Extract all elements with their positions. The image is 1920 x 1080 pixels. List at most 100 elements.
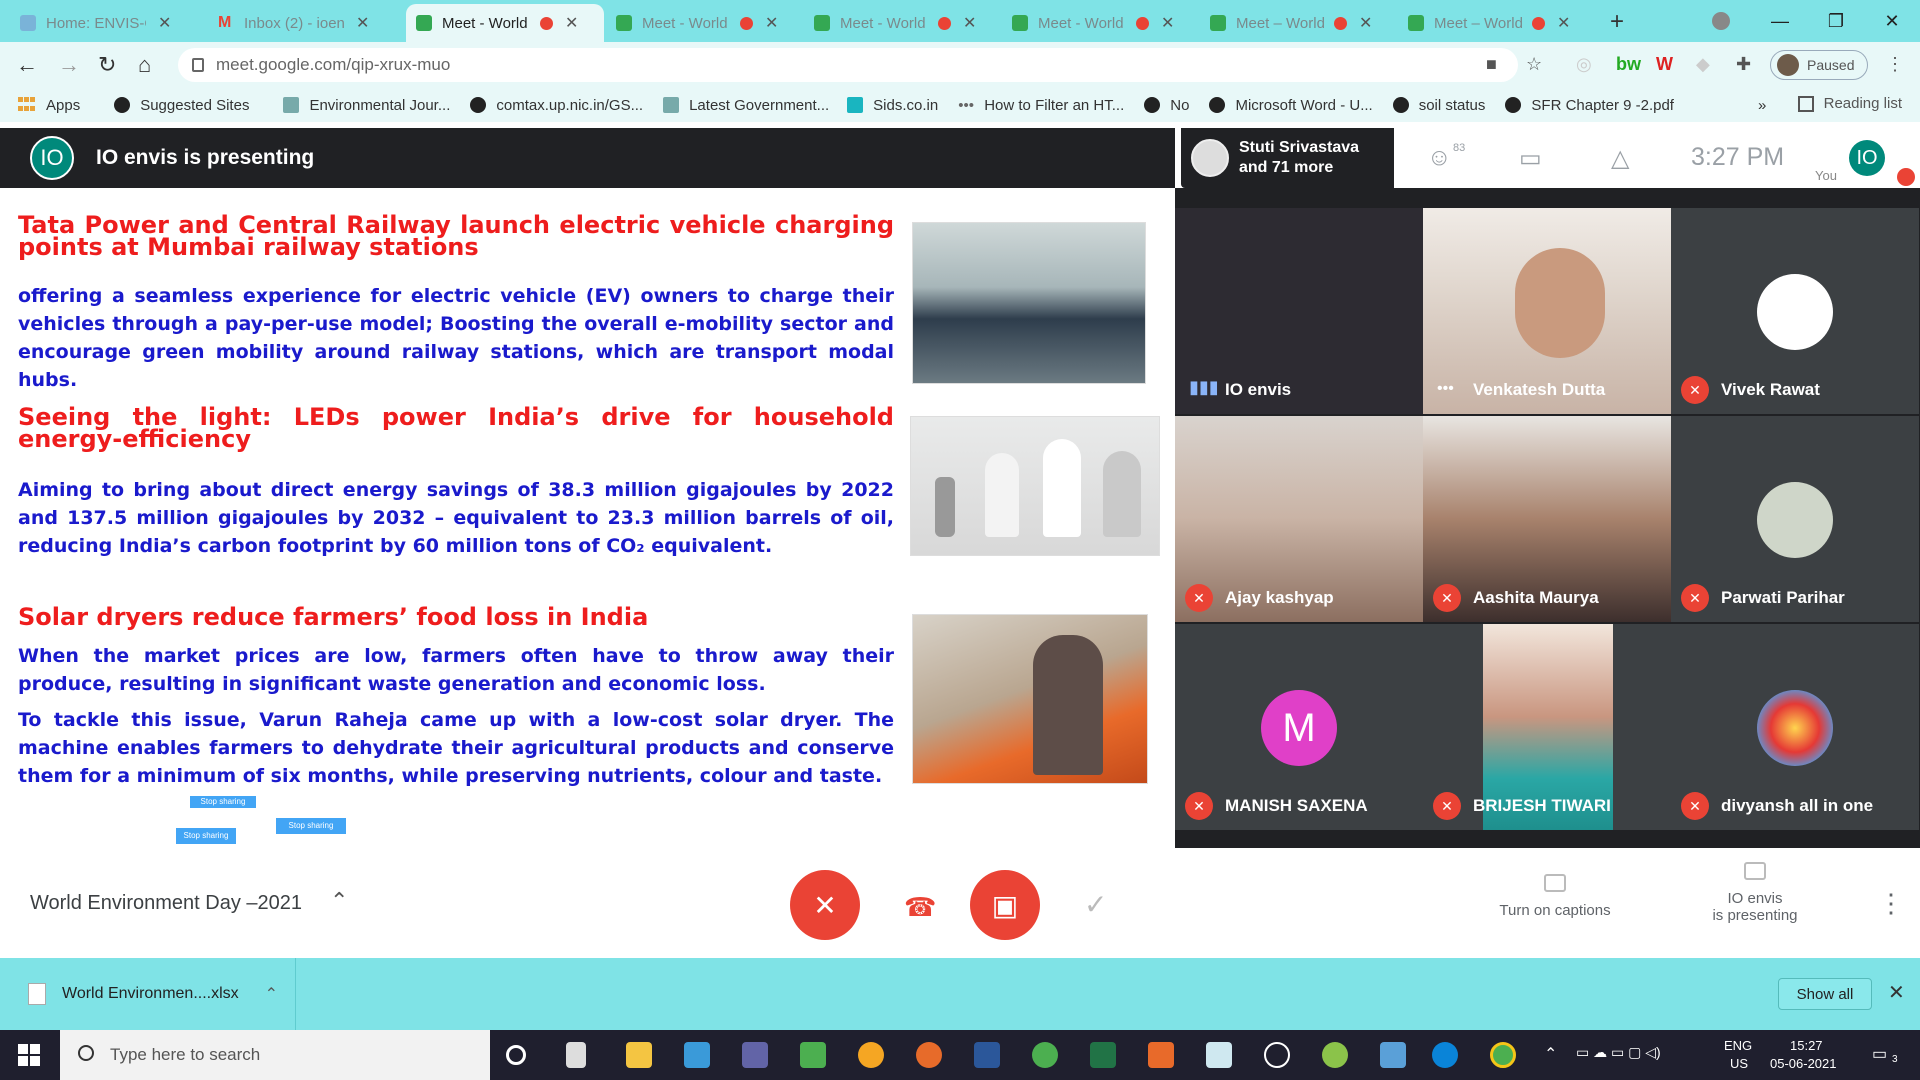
app-icon[interactable] bbox=[1380, 1042, 1406, 1068]
bookmark-item[interactable]: ••• How to Filter an HT... bbox=[958, 97, 1124, 115]
activities-icon[interactable]: △ bbox=[1611, 144, 1629, 173]
chevron-up-icon[interactable]: ⌃ bbox=[330, 888, 348, 914]
captions-button[interactable]: Turn on captions bbox=[1480, 874, 1630, 919]
task-view-icon[interactable] bbox=[566, 1042, 586, 1068]
bookmark-item[interactable]: No bbox=[1144, 97, 1189, 114]
tab-meet-active[interactable]: Meet - World ✕ bbox=[406, 4, 604, 42]
bookmark-item[interactable]: Environmental Jour... bbox=[283, 97, 450, 114]
close-window-button[interactable]: ✕ bbox=[1864, 0, 1920, 42]
app-icon[interactable] bbox=[1148, 1042, 1174, 1068]
close-tab-icon[interactable]: ✕ bbox=[565, 13, 578, 33]
chrome-icon[interactable] bbox=[1032, 1042, 1058, 1068]
new-tab-button[interactable]: + bbox=[1610, 8, 1624, 36]
bookmark-apps[interactable]: Apps bbox=[18, 97, 80, 114]
participants-preview[interactable]: Stuti Srivastava and 71 more bbox=[1181, 128, 1394, 188]
stop-sharing-button[interactable]: Stop sharing bbox=[276, 818, 346, 834]
tray-icons[interactable]: ▭ ☁ ▭ ▢ ◁) bbox=[1576, 1044, 1661, 1061]
show-hidden-icons[interactable]: ⌃ bbox=[1544, 1044, 1557, 1064]
stop-sharing-button[interactable]: Stop sharing bbox=[190, 796, 256, 808]
chrome-active-icon[interactable] bbox=[1490, 1042, 1516, 1068]
close-tab-icon[interactable]: ✕ bbox=[1557, 13, 1570, 33]
app-icon[interactable] bbox=[1322, 1042, 1348, 1068]
edge-icon[interactable] bbox=[1432, 1042, 1458, 1068]
profile-button[interactable]: Paused bbox=[1770, 50, 1868, 80]
close-download-bar-icon[interactable]: ✕ bbox=[1888, 980, 1905, 1005]
minimize-button[interactable]: — bbox=[1752, 0, 1808, 42]
close-tab-icon[interactable]: ✕ bbox=[1359, 13, 1372, 33]
bookmark-item[interactable]: Sids.co.in bbox=[847, 97, 938, 114]
address-bar[interactable]: meet.google.com/qip-xrux-muo bbox=[178, 48, 1518, 82]
firefox-icon[interactable] bbox=[916, 1042, 942, 1068]
participant-tile[interactable]: ✕ Parwati Parihar bbox=[1671, 416, 1919, 622]
presenting-button[interactable]: IO envis is presenting bbox=[1690, 862, 1820, 924]
leave-call-button[interactable]: ☎ bbox=[904, 892, 936, 923]
browser-menu-icon[interactable]: ⋮ bbox=[1886, 54, 1904, 75]
notifications-icon[interactable]: ▭ bbox=[1872, 1044, 1887, 1064]
word-icon[interactable] bbox=[974, 1042, 1000, 1068]
app-icon[interactable] bbox=[684, 1042, 710, 1068]
participant-tile[interactable]: ••• Venkatesh Dutta bbox=[1423, 208, 1671, 414]
bookmark-item[interactable]: comtax.up.nic.in/GS... bbox=[470, 97, 643, 114]
home-icon[interactable]: ⌂ bbox=[138, 52, 151, 78]
checkmark-icon[interactable]: ✓ bbox=[1084, 888, 1107, 921]
excel-icon[interactable] bbox=[1090, 1042, 1116, 1068]
reload-icon[interactable]: ↻ bbox=[98, 52, 116, 78]
bookmark-item[interactable]: SFR Chapter 9 -2.pdf bbox=[1505, 97, 1674, 114]
taskbar-search[interactable]: Type here to search bbox=[60, 1030, 490, 1080]
restore-button[interactable]: ❐ bbox=[1808, 0, 1864, 42]
tab-meet[interactable]: Meet – World ✕ bbox=[1398, 4, 1594, 42]
close-tab-icon[interactable]: ✕ bbox=[158, 13, 171, 33]
bookmark-item[interactable]: Suggested Sites bbox=[114, 97, 249, 114]
microphone-toggle-button[interactable]: ✕ bbox=[790, 870, 860, 940]
tab-home-envis[interactable]: Home: ENVIS-Ce ✕ bbox=[10, 4, 206, 42]
participant-tile[interactable]: ✕ divyansh all in one bbox=[1671, 624, 1919, 830]
close-tab-icon[interactable]: ✕ bbox=[1161, 13, 1174, 33]
close-tab-icon[interactable]: ✕ bbox=[963, 13, 976, 33]
back-arrow-icon[interactable]: ← bbox=[16, 52, 38, 78]
camera-toggle-button[interactable]: ▣ bbox=[970, 870, 1040, 940]
stop-sharing-button[interactable]: Stop sharing bbox=[176, 828, 236, 844]
participant-tile[interactable]: ✕ Aashita Maurya bbox=[1423, 416, 1671, 622]
tab-meet[interactable]: Meet - World ✕ bbox=[804, 4, 1000, 42]
extension-icon[interactable]: ◆ bbox=[1696, 54, 1710, 75]
tab-search-icon[interactable] bbox=[1712, 12, 1730, 30]
forward-arrow-icon[interactable]: → bbox=[58, 52, 80, 78]
extensions-puzzle-icon[interactable]: ✚ bbox=[1736, 54, 1751, 75]
input-region[interactable]: US bbox=[1730, 1056, 1748, 1071]
file-explorer-icon[interactable] bbox=[626, 1042, 652, 1068]
chevron-up-icon[interactable]: ⌃ bbox=[265, 984, 278, 1004]
app-icon[interactable] bbox=[1206, 1042, 1232, 1068]
teams-icon[interactable] bbox=[742, 1042, 768, 1068]
extension-w-icon[interactable]: W bbox=[1656, 54, 1673, 75]
participant-tile[interactable]: ▮▮▮ IO envis bbox=[1175, 208, 1423, 414]
tab-meet[interactable]: Meet - World ✕ bbox=[606, 4, 802, 42]
tab-meet[interactable]: Meet - World ✕ bbox=[1002, 4, 1198, 42]
participant-tile[interactable]: M ✕ MANISH SAXENA bbox=[1175, 624, 1423, 830]
tab-meet[interactable]: Meet – World ✕ bbox=[1200, 4, 1396, 42]
bookmark-star-icon[interactable]: ☆ bbox=[1526, 54, 1542, 75]
tab-gmail[interactable]: M Inbox (2) - ioenv ✕ bbox=[208, 4, 404, 42]
more-options-icon[interactable]: ⋮ bbox=[1878, 888, 1904, 919]
obs-icon[interactable] bbox=[1264, 1042, 1290, 1068]
taskbar-date[interactable]: 05-06-2021 bbox=[1770, 1056, 1837, 1071]
bookmark-item[interactable]: soil status bbox=[1392, 97, 1485, 114]
people-icon[interactable]: ☺ bbox=[1427, 144, 1452, 172]
participant-tile[interactable]: ✕ Ajay kashyap bbox=[1175, 416, 1423, 622]
close-tab-icon[interactable]: ✕ bbox=[765, 13, 778, 33]
cortana-icon[interactable] bbox=[506, 1045, 526, 1065]
extension-bw-icon[interactable]: bw bbox=[1616, 54, 1641, 75]
camera-icon[interactable]: ■ bbox=[1486, 54, 1497, 75]
chat-icon[interactable]: ▭ bbox=[1519, 144, 1542, 173]
extension-icon[interactable]: ◎ bbox=[1576, 54, 1592, 75]
bookmark-item[interactable]: Latest Government... bbox=[663, 97, 829, 114]
app-icon[interactable] bbox=[800, 1042, 826, 1068]
app-icon[interactable] bbox=[858, 1042, 884, 1068]
windows-start-icon[interactable] bbox=[18, 1044, 40, 1066]
show-all-button[interactable]: Show all bbox=[1778, 978, 1872, 1010]
participant-tile[interactable]: ✕ BRIJESH TIWARI bbox=[1423, 624, 1671, 830]
taskbar-clock[interactable]: 15:27 bbox=[1790, 1038, 1823, 1053]
input-language[interactable]: ENG bbox=[1724, 1038, 1752, 1053]
download-item[interactable]: World Environmen....xlsx ⌃ bbox=[0, 958, 296, 1030]
participant-tile[interactable]: ✕ Vivek Rawat bbox=[1671, 208, 1919, 414]
more-bookmarks-button[interactable]: » bbox=[1758, 97, 1766, 114]
